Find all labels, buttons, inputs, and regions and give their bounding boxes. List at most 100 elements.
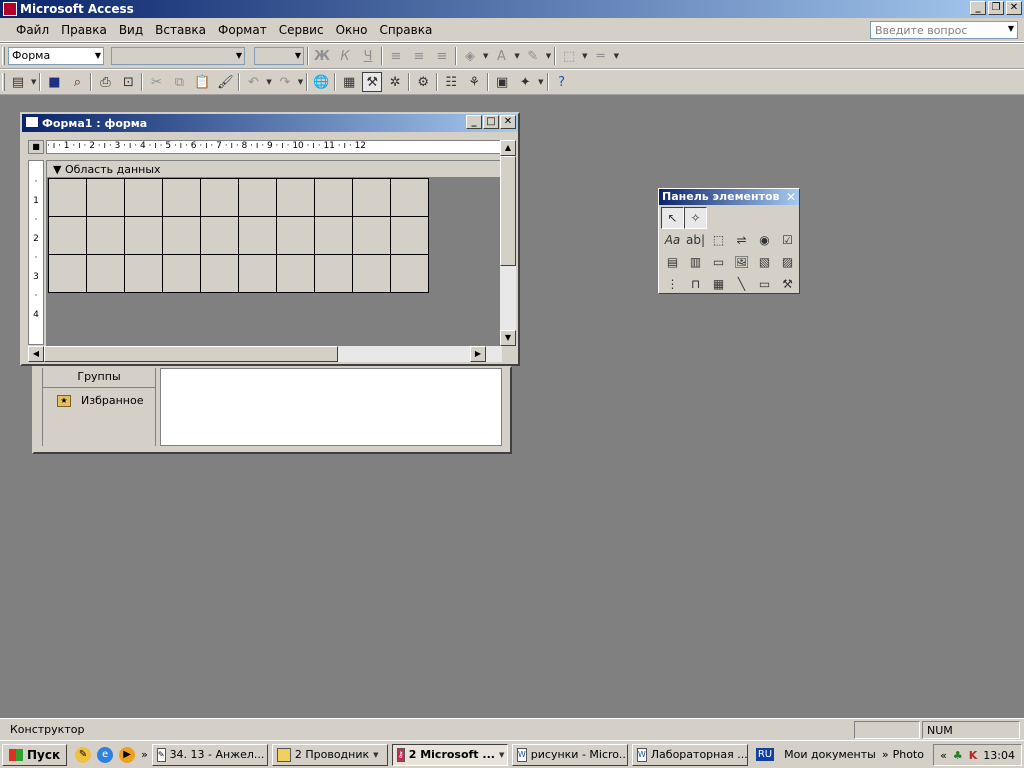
- vertical-scrollbar[interactable]: ▲ ▼: [500, 140, 516, 346]
- code-icon[interactable]: ⚙: [413, 72, 433, 92]
- copy-icon[interactable]: ⧉: [169, 72, 189, 92]
- start-button[interactable]: Пуск: [2, 743, 68, 766]
- properties-icon[interactable]: ☷: [441, 72, 461, 92]
- horizontal-scrollbar[interactable]: ◀ ▶: [28, 346, 502, 362]
- chevron-down-icon[interactable]: ▼: [546, 52, 551, 60]
- form-window-title-bar[interactable]: Форма1 : форма _ □ ✕: [22, 114, 518, 132]
- cut-icon[interactable]: ✂: [146, 72, 166, 92]
- favorites-item[interactable]: ★ Избранное: [57, 394, 143, 407]
- vertical-scroll-thumb[interactable]: [500, 156, 516, 266]
- vertical-ruler[interactable]: · 1 · 2 · 3 · 4: [28, 160, 44, 345]
- scroll-down-icon[interactable]: ▼: [500, 330, 516, 346]
- quick-launch-access-icon[interactable]: ✎: [75, 746, 92, 763]
- toolbar-grip[interactable]: [2, 47, 5, 65]
- menu-help[interactable]: Справка: [373, 23, 438, 37]
- image-tool-icon[interactable]: 🖼: [730, 251, 753, 273]
- align-right-icon[interactable]: ≡: [432, 46, 452, 66]
- chevron-down-icon[interactable]: ▼: [236, 51, 242, 60]
- chevron-down-icon[interactable]: ▼: [266, 78, 271, 86]
- more-controls-icon[interactable]: ⚒: [776, 273, 799, 295]
- paste-icon[interactable]: 📋: [192, 72, 212, 92]
- scroll-up-icon[interactable]: ▲: [500, 140, 516, 156]
- toolbox-title-bar[interactable]: Панель элементов ✕: [659, 189, 799, 205]
- italic-button[interactable]: К: [335, 46, 355, 66]
- align-left-icon[interactable]: ≡: [386, 46, 406, 66]
- undo-icon[interactable]: ↶: [243, 72, 263, 92]
- chevron-down-icon[interactable]: ▼: [31, 78, 36, 86]
- my-documents-toolbar[interactable]: Мои документы: [784, 748, 876, 761]
- toggle-button-tool-icon[interactable]: ⇌: [730, 229, 753, 251]
- groups-label[interactable]: Группы: [43, 370, 155, 388]
- border-icon[interactable]: ⬚: [559, 46, 579, 66]
- chevron-down-icon[interactable]: ▼: [1008, 24, 1014, 33]
- save-icon[interactable]: ■: [44, 72, 64, 92]
- align-center-icon[interactable]: ≡: [409, 46, 429, 66]
- antivirus-icon[interactable]: K: [969, 749, 978, 762]
- access-key-icon[interactable]: [3, 2, 17, 16]
- help-icon[interactable]: ?: [552, 72, 572, 92]
- form-close-button[interactable]: ✕: [500, 115, 516, 129]
- field-list-icon[interactable]: ▦: [339, 72, 359, 92]
- search-icon[interactable]: ⌕: [67, 72, 87, 92]
- checkbox-tool-icon[interactable]: ☑: [776, 229, 799, 251]
- bold-button[interactable]: Ж: [312, 46, 332, 66]
- font-color-icon[interactable]: A: [491, 46, 511, 66]
- chevron-down-icon[interactable]: ▼: [95, 51, 101, 60]
- rectangle-tool-icon[interactable]: ▭: [753, 273, 776, 295]
- view-icon[interactable]: ▤: [8, 72, 28, 92]
- chevron-down-icon[interactable]: ▼: [499, 751, 504, 759]
- bound-object-frame-icon[interactable]: ▨: [776, 251, 799, 273]
- line-tool-icon[interactable]: ╲: [730, 273, 753, 295]
- menu-view[interactable]: Вид: [113, 23, 149, 37]
- chevron-down-icon[interactable]: ▼: [298, 78, 303, 86]
- tray-expand-icon[interactable]: «: [940, 749, 947, 762]
- close-button[interactable]: ✕: [1006, 1, 1022, 15]
- horizontal-ruler[interactable]: · ı · 1 · ı · 2 · ı · 3 · ı · 4 · ı · 5 …: [46, 140, 502, 154]
- line-color-icon[interactable]: ✎: [523, 46, 543, 66]
- menu-edit[interactable]: Правка: [55, 23, 113, 37]
- fill-color-icon[interactable]: ◈: [460, 46, 480, 66]
- builder-icon[interactable]: ⚘: [464, 72, 484, 92]
- form-icon[interactable]: [25, 116, 39, 128]
- page-break-tool-icon[interactable]: ⋮: [661, 273, 684, 295]
- hyperlink-icon[interactable]: 🌐: [311, 72, 331, 92]
- line-width-icon[interactable]: ═: [591, 46, 611, 66]
- language-indicator[interactable]: RU: [755, 748, 775, 761]
- unbound-object-frame-icon[interactable]: ▧: [753, 251, 776, 273]
- chevron-down-icon[interactable]: ▼: [582, 52, 587, 60]
- photo-toolbar[interactable]: Photo: [893, 748, 924, 761]
- scroll-left-icon[interactable]: ◀: [28, 346, 44, 362]
- detail-section-bar[interactable]: ▼ Область данных: [46, 160, 502, 178]
- toolbar-grip[interactable]: [2, 73, 5, 91]
- font-size-combo[interactable]: ▼: [254, 47, 304, 65]
- toolbox-toggle-icon[interactable]: ⚒: [362, 72, 383, 92]
- redo-icon[interactable]: ↷: [275, 72, 295, 92]
- object-combo[interactable]: Форма ▼: [8, 47, 104, 65]
- horizontal-scroll-thumb[interactable]: [44, 346, 338, 362]
- db-objects-list[interactable]: [160, 368, 502, 446]
- menu-window[interactable]: Окно: [330, 23, 374, 37]
- restore-button[interactable]: ❐: [988, 1, 1004, 15]
- chevron-down-icon[interactable]: ▼: [614, 52, 619, 60]
- textbox-tool-icon[interactable]: ab|: [684, 229, 707, 251]
- close-icon[interactable]: ✕: [786, 189, 796, 205]
- chevron-down-icon[interactable]: ▼: [373, 751, 378, 759]
- clock[interactable]: 13:04: [983, 749, 1015, 762]
- detail-design-area[interactable]: [46, 178, 502, 346]
- tab-control-tool-icon[interactable]: ⊓: [684, 273, 707, 295]
- chevron-down-icon[interactable]: ▼: [295, 51, 301, 60]
- autoformat-icon[interactable]: ✲: [385, 72, 405, 92]
- form-minimize-button[interactable]: _: [466, 115, 482, 129]
- media-player-icon[interactable]: ▶: [119, 746, 136, 763]
- combo-box-tool-icon[interactable]: ▤: [661, 251, 684, 273]
- internet-explorer-icon[interactable]: e: [97, 746, 114, 763]
- new-object-icon[interactable]: ✦: [515, 72, 535, 92]
- label-tool-icon[interactable]: Aa: [661, 229, 684, 251]
- task-button-explorer[interactable]: 2 Проводник ▼: [271, 743, 388, 766]
- chevron-down-icon[interactable]: ▼: [538, 78, 543, 86]
- network-icon[interactable]: ♣: [953, 749, 963, 762]
- scroll-right-icon[interactable]: ▶: [470, 346, 486, 362]
- task-button-word-lab[interactable]: W Лабораторная ...: [631, 743, 748, 766]
- task-button-access[interactable]: ⚷ 2 Microsoft ... ▼: [391, 743, 508, 766]
- form-maximize-button[interactable]: □: [483, 115, 499, 129]
